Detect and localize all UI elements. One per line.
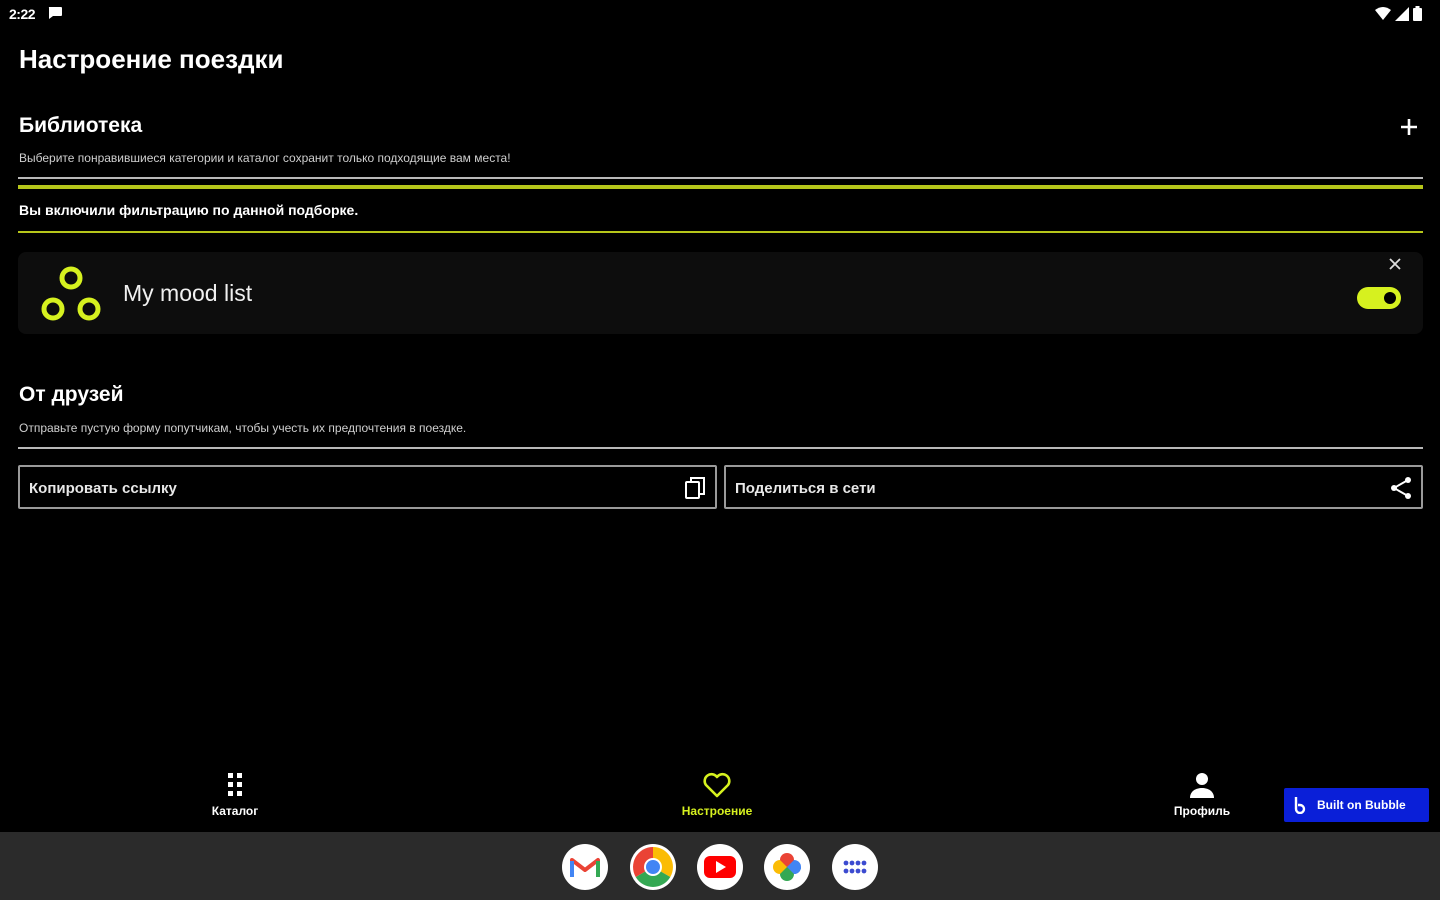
message-notification-icon [48,7,62,19]
wifi-icon [1375,6,1391,20]
mood-toggle[interactable] [1357,287,1401,309]
filter-bottom-border [18,231,1423,233]
nav-item-mood[interactable]: Настроение [647,770,787,818]
built-on-bubble-badge[interactable]: Built on Bubble [1284,788,1429,822]
nav-item-profile[interactable]: Профиль [1132,770,1272,818]
filter-top-border [18,185,1423,189]
bubble-logo-icon [1294,797,1306,814]
toggle-knob [1384,292,1396,304]
plus-icon [1401,119,1417,135]
nav-item-catalog[interactable]: Каталог [165,770,305,818]
copy-link-label: Копировать ссылку [29,480,177,497]
close-icon [1389,258,1401,270]
copy-icon [685,477,705,499]
nav-label-profile: Профиль [1173,804,1231,818]
battery-icon [1413,6,1422,21]
mood-circles-icon [41,266,101,321]
mood-close-button[interactable] [1387,256,1403,272]
youtube-icon[interactable] [697,844,743,890]
add-button[interactable] [1396,114,1422,140]
status-icons [1375,6,1422,21]
signal-icon [1395,6,1409,21]
mood-list-card[interactable]: My mood list [18,252,1423,334]
library-title: Библиотека [19,114,143,137]
status-bar: 2:22 [0,0,1440,28]
friends-divider [18,447,1423,449]
apps-icon[interactable] [832,844,878,890]
bubble-badge-label: Built on Bubble [1317,798,1406,812]
filter-note: Вы включили фильтрацию по данной подборк… [19,202,359,218]
copy-link-button[interactable]: Копировать ссылку [18,465,717,509]
person-icon [1190,773,1214,798]
grid-dots-icon [228,773,242,796]
heart-icon [703,772,731,798]
library-subtitle: Выберите понравившиеся категории и катал… [19,151,511,165]
page-title: Настроение поездки [19,44,284,74]
photos-icon[interactable] [764,844,810,890]
nav-label-mood: Настроение [681,804,753,818]
status-time: 2:22 [9,6,36,22]
friends-subtitle: Отправьте пустую форму попутчикам, чтобы… [19,421,467,435]
nav-label-catalog: Каталог [211,804,259,818]
gmail-icon[interactable] [562,844,608,890]
share-button[interactable]: Поделиться в сети [724,465,1423,509]
library-divider [18,177,1423,179]
friends-title: От друзей [19,383,124,406]
chrome-icon[interactable] [630,844,676,890]
share-label: Поделиться в сети [735,480,876,497]
mood-list-title: My mood list [123,280,253,306]
bottom-nav: Каталог Настроение Профиль [0,760,1440,832]
share-icon [1391,477,1411,499]
app-dock [0,832,1440,900]
